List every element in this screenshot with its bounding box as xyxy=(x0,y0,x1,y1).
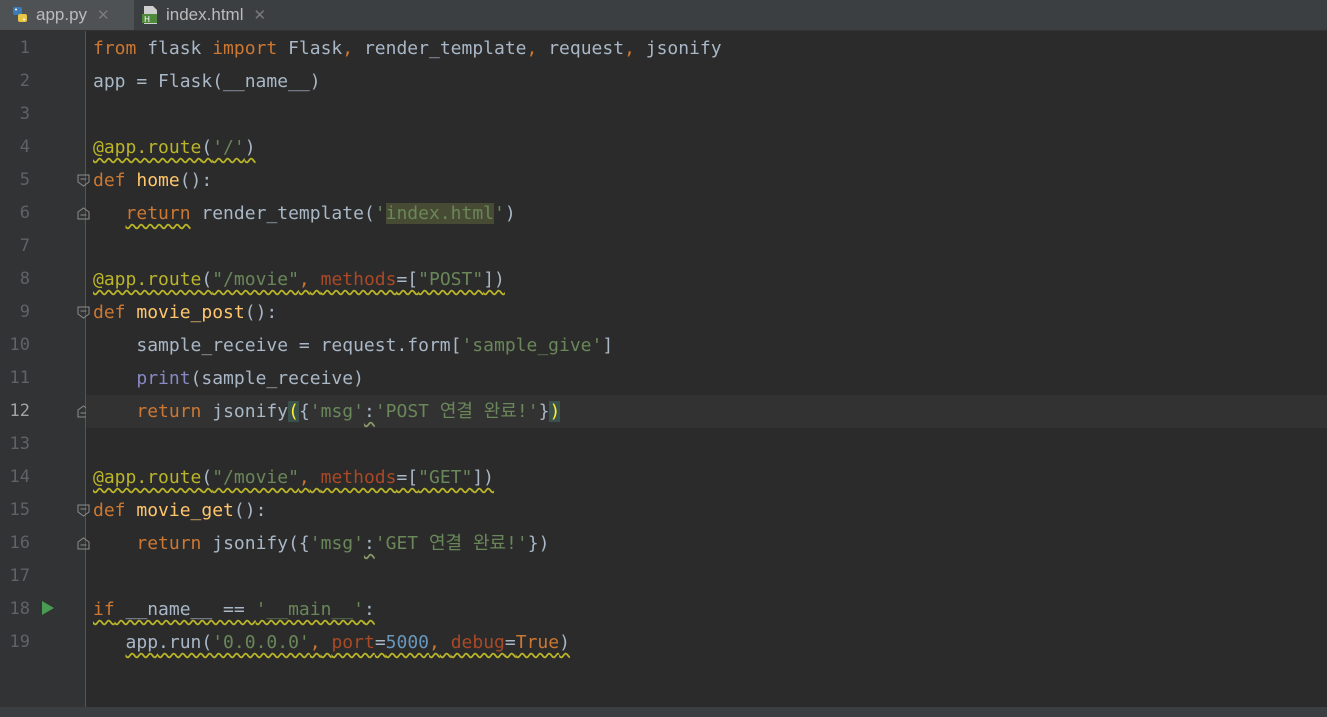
line-number: 14 xyxy=(9,467,30,487)
line-number: 9 xyxy=(19,302,30,322)
code-line-19: app.run('0.0.0.0', port=5000, debug=True… xyxy=(125,632,570,653)
code-line-10: sample_receive = request.form['sample_gi… xyxy=(136,335,614,356)
line-number: 16 xyxy=(9,533,30,553)
close-icon[interactable]: ✕ xyxy=(97,6,110,24)
line-number-gutter: 1 2 3 4 5 6 7 8 9 10 11 12 13 14 15 16 1… xyxy=(0,31,90,707)
tab-label: app.py xyxy=(36,5,88,24)
line-number: 13 xyxy=(9,434,30,454)
tab-index-html[interactable]: H index.html ✕ xyxy=(136,0,290,30)
run-icon[interactable] xyxy=(42,601,54,615)
tab-label: index.html xyxy=(166,5,244,24)
line-number: 17 xyxy=(9,566,30,586)
line-number: 15 xyxy=(9,500,30,520)
horizontal-scrollbar[interactable] xyxy=(0,707,1327,717)
line-number-current: 12 xyxy=(9,401,30,421)
line-number: 19 xyxy=(9,632,30,652)
line-number: 2 xyxy=(19,71,30,91)
code-line-16: return jsonify({'msg':'GET 연결 완료!'}) xyxy=(136,533,550,554)
line-number: 18 xyxy=(9,599,30,619)
code-line-12: return jsonify({'msg':'POST 연결 완료!'}) xyxy=(136,401,561,422)
line-number: 5 xyxy=(19,170,30,190)
tab-app-py[interactable]: app.py ✕ xyxy=(0,0,134,30)
code-line-6: return render_template('index.html') xyxy=(125,203,516,224)
code-line-2: app = Flask(__name__) xyxy=(93,71,321,92)
code-editor[interactable]: from flask import Flask, render_template… xyxy=(86,31,1327,707)
line-number: 3 xyxy=(19,104,30,124)
line-number: 4 xyxy=(19,137,30,157)
line-number: 6 xyxy=(19,203,30,223)
code-line-4: @app.route('/') xyxy=(93,137,256,158)
line-number: 11 xyxy=(9,368,30,388)
code-line-8: @app.route("/movie", methods=["POST"]) xyxy=(93,269,505,290)
code-line-5: def home(): xyxy=(93,170,213,191)
svg-text:H: H xyxy=(144,15,150,24)
line-number: 10 xyxy=(9,335,30,355)
code-line-14: @app.route("/movie", methods=["GET"]) xyxy=(93,467,495,488)
close-icon[interactable]: ✕ xyxy=(253,6,266,24)
code-line-9: def movie_post(): xyxy=(93,302,278,323)
html-file-icon: H xyxy=(140,5,160,25)
editor-tab-bar: app.py ✕ H index.html ✕ xyxy=(0,0,1327,31)
code-line-18: if __name__ == '__main__': xyxy=(93,599,375,620)
code-line-1: from flask import Flask, render_template… xyxy=(93,38,722,59)
code-line-15: def movie_get(): xyxy=(93,500,267,521)
python-file-icon xyxy=(10,5,30,25)
line-number: 8 xyxy=(19,269,30,289)
line-number: 1 xyxy=(19,38,30,58)
code-line-11: print(sample_receive) xyxy=(136,368,364,389)
line-number: 7 xyxy=(19,236,30,256)
